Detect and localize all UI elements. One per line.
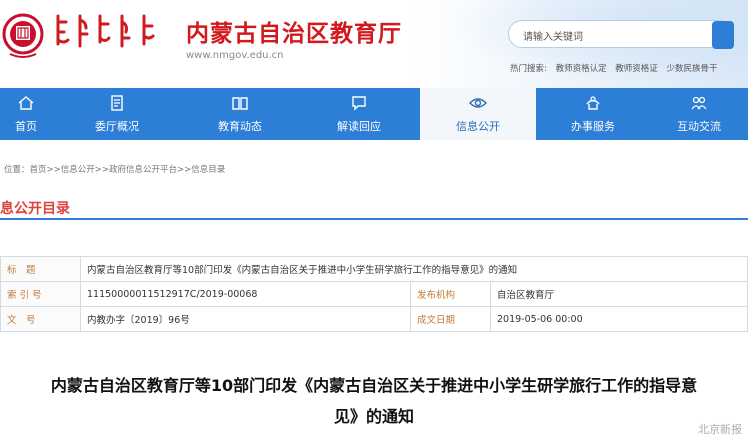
watermark: 北京新报	[698, 423, 742, 436]
site-title[interactable]: 内蒙古自治区教育厅	[186, 14, 402, 48]
document-icon	[111, 95, 123, 111]
site-url: www.nmgov.edu.cn	[186, 50, 284, 61]
book-icon	[232, 97, 248, 110]
hot-search-item[interactable]: 教师资格认定	[556, 64, 607, 74]
nav-item-interpretation[interactable]: 解读回应	[298, 88, 420, 140]
article-title-line: 内蒙古自治区教育厅等10部门印发《内蒙古自治区关于推进中小学生研学旅行工作的指导…	[50, 376, 698, 395]
article-title: 内蒙古自治区教育厅等10部门印发《内蒙古自治区关于推进中小学生研学旅行工作的指导…	[0, 370, 748, 432]
home-icon	[18, 96, 34, 110]
chat-icon	[352, 96, 366, 111]
nav-item-interaction[interactable]: 互动交流	[650, 88, 748, 140]
nav-item-news[interactable]: 教育动态	[182, 88, 298, 140]
nav-label: 办事服务	[571, 120, 615, 133]
breadcrumb: 位置：首页>>信息公开>>政府信息公开平台>>信息目录	[4, 165, 226, 175]
search-input[interactable]: 请输入关键词	[508, 20, 734, 49]
meta-key-docno: 文 号	[0, 306, 81, 332]
meta-key-date: 成文日期	[410, 306, 491, 332]
mongolian-script-logo	[56, 14, 155, 48]
emblem-logo[interactable]	[2, 8, 44, 66]
meta-value-title: 内蒙古自治区教育厅等10部门印发《内蒙古自治区关于推进中小学生研学旅行工作的指导…	[80, 256, 748, 282]
meta-key-index: 索 引 号	[0, 281, 81, 307]
nav-label: 信息公开	[456, 120, 500, 133]
nav-item-info-disclosure[interactable]: 信息公开	[420, 88, 536, 140]
site-header: 内蒙古自治区教育厅 www.nmgov.edu.cn 请输入关键词 热门搜索: …	[0, 0, 748, 88]
nav-label: 委厅概况	[95, 120, 139, 133]
nav-item-services[interactable]: 办事服务	[536, 88, 650, 140]
meta-value-docno: 内教办字〔2019〕96号	[80, 306, 411, 332]
nav-label: 首页	[15, 120, 37, 133]
table-row: 标 题 内蒙古自治区教育厅等10部门印发《内蒙古自治区关于推进中小学生研学旅行工…	[0, 256, 748, 282]
meta-value-date: 2019-05-06 00:00	[490, 306, 748, 332]
nav-label: 互动交流	[677, 120, 721, 133]
document-meta-table: 标 题 内蒙古自治区教育厅等10部门印发《内蒙古自治区关于推进中小学生研学旅行工…	[0, 256, 748, 332]
meta-value-index: 11150000011512917C/2019-00068	[80, 281, 411, 307]
nav-label: 教育动态	[218, 120, 262, 133]
hot-search-label: 热门搜索:	[510, 64, 547, 74]
nav-item-home[interactable]: 首页	[0, 88, 52, 140]
main-nav: 首页 委厅概况 教育动态 解读回应 信息公开 办事服务 互动交流	[0, 88, 748, 140]
meta-value-org: 自治区教育厅	[490, 281, 748, 307]
nav-item-overview[interactable]: 委厅概况	[52, 88, 182, 140]
table-row: 文 号 内教办字〔2019〕96号 成文日期 2019-05-06 00:00	[0, 306, 748, 332]
table-row: 索 引 号 11150000011512917C/2019-00068 发布机构…	[0, 281, 748, 307]
hot-search: 热门搜索: 教师资格认定 教师资格证 少数民族骨干	[510, 62, 718, 74]
service-icon	[586, 96, 600, 110]
meta-key-title: 标 题	[0, 256, 81, 282]
meta-key-org: 发布机构	[410, 281, 491, 307]
section-title: 息公开目录	[0, 201, 70, 217]
search-placeholder: 请输入关键词	[523, 32, 583, 43]
article-title-line: 见》的通知	[333, 407, 414, 426]
hot-search-item[interactable]: 少数民族骨干	[667, 64, 718, 74]
eye-icon	[469, 98, 487, 108]
search-button[interactable]	[712, 21, 734, 49]
section-heading: 息公开目录	[0, 196, 748, 220]
hot-search-item[interactable]: 教师资格证	[615, 64, 658, 74]
nav-label: 解读回应	[337, 120, 381, 133]
people-icon	[691, 96, 707, 110]
